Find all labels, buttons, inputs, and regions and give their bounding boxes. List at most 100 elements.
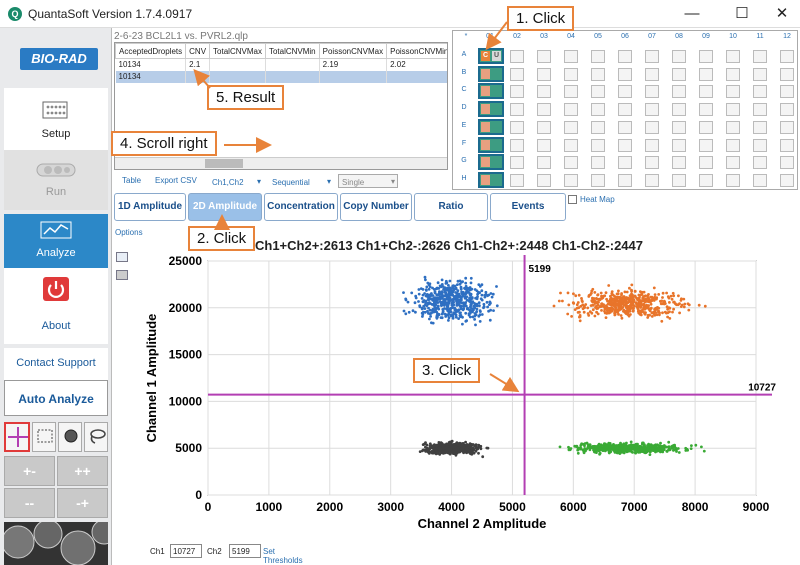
table-link[interactable]: Table [122,176,141,185]
plate-well-B11[interactable] [753,67,767,81]
plate-well-G02[interactable] [510,156,524,170]
plate-well-A04[interactable] [564,50,578,63]
plate-well-C11[interactable] [753,85,767,99]
plate-well-F11[interactable] [753,138,767,152]
scrollbar-thumb[interactable] [205,159,243,168]
plate-well-H03[interactable] [537,173,551,187]
plate-well-C04[interactable] [564,85,578,99]
plate-well-E07[interactable] [645,120,659,134]
plate-well-F03[interactable] [537,138,551,152]
power-button[interactable] [4,268,108,316]
lasso-tool-button[interactable] [84,422,108,452]
maximize-button[interactable]: ☐ [730,4,754,24]
plate-well-E01[interactable] [478,118,504,135]
table-horizontal-scrollbar[interactable] [115,157,447,169]
quadrant-pos-pos-button[interactable]: ++ [57,456,108,486]
plate-well-A06[interactable] [618,50,632,63]
plate-well-A10[interactable] [726,50,740,63]
plate-well-E12[interactable] [780,120,794,134]
plate-well-C01[interactable] [478,83,504,100]
plate-well-D12[interactable] [780,103,794,117]
col-header-total-cnv-min[interactable]: TotalCNVMin [264,43,320,59]
tab-ratio[interactable]: Ratio [414,193,488,221]
plate-well-C09[interactable] [699,85,713,99]
rectangle-tool-button[interactable] [32,422,56,452]
plate-col-header[interactable]: 06 [612,33,638,40]
plate-row-header[interactable]: B [455,69,473,76]
plate-well-B07[interactable] [645,67,659,81]
plate-row-header[interactable]: A [455,51,473,58]
print-icon[interactable] [116,270,128,280]
plate-well-A09[interactable] [699,50,713,63]
plate-well-E03[interactable] [537,120,551,134]
plate-well-D01[interactable] [478,101,504,118]
col-header-accepted-droplets[interactable]: AcceptedDroplets [115,43,187,59]
crosshair-tool-button[interactable] [4,422,30,452]
plate-well-H11[interactable] [753,173,767,187]
plate-row-header[interactable]: D [455,104,473,111]
plate-well-E11[interactable] [753,120,767,134]
plate-well-D06[interactable] [618,103,632,117]
plate-col-header[interactable]: 08 [666,33,692,40]
analyze-button[interactable]: Analyze [4,214,108,268]
plate-well-G10[interactable] [726,156,740,170]
plate-well-A05[interactable] [591,50,605,63]
plate-well-C06[interactable] [618,85,632,99]
plate-well-A11[interactable] [753,50,767,63]
single-select[interactable]: Single ▾ [338,174,398,188]
plate-well-A12[interactable] [780,50,794,63]
plate-col-header[interactable]: 02 [504,33,530,40]
plate-well-G11[interactable] [753,156,767,170]
plate-well-B10[interactable] [726,67,740,81]
plate-well-B09[interactable] [699,67,713,81]
plate-well-E09[interactable] [699,120,713,134]
quadrant-pos-neg-button[interactable]: +- [4,456,55,486]
plate-row-header[interactable]: G [455,157,473,164]
plate-row-header[interactable]: F [455,140,473,147]
auto-analyze-button[interactable]: Auto Analyze [4,380,108,416]
plate-well-E02[interactable] [510,120,524,134]
plate-well-F06[interactable] [618,138,632,152]
tab-copy-number[interactable]: Copy Number [340,193,412,221]
plate-well-F02[interactable] [510,138,524,152]
plate-well-G01[interactable] [478,154,504,171]
plate-well-D03[interactable] [537,103,551,117]
plate-well-H07[interactable] [645,173,659,187]
tab-2d-amplitude[interactable]: 2D Amplitude [188,193,262,221]
plate-col-header[interactable]: 05 [585,33,611,40]
plate-well-C08[interactable] [672,85,686,99]
plate-well-D04[interactable] [564,103,578,117]
plate-well-H06[interactable] [618,173,632,187]
plate-well-D05[interactable] [591,103,605,117]
tab-concentration[interactable]: Concentration [264,193,338,221]
plate-well-H08[interactable] [672,173,686,187]
plate-well-A01[interactable]: CU [478,48,504,64]
plate-well-D09[interactable] [699,103,713,117]
col-header-cnv[interactable]: CNV [185,43,211,59]
plate-col-header[interactable]: 04 [558,33,584,40]
plate-well-E04[interactable] [564,120,578,134]
table-row[interactable]: 10134 2.1 2.19 2.02 [115,58,447,71]
plate-well-H02[interactable] [510,173,524,187]
col-header-poisson-cnv-max[interactable]: PoissonCNVMax [318,43,388,59]
plate-well-D08[interactable] [672,103,686,117]
plate-row-header[interactable]: E [455,122,473,129]
set-thresholds-link[interactable]: Set Thresholds [263,547,303,565]
plate-well-B12[interactable] [780,67,794,81]
plate-well-B03[interactable] [537,67,551,81]
plate-well-C02[interactable] [510,85,524,99]
ellipse-tool-button[interactable] [58,422,82,452]
plate-col-header[interactable]: 07 [639,33,665,40]
mode-select[interactable]: Sequential ▾ [268,174,334,188]
ch2-threshold-input[interactable]: 5199 [229,544,261,558]
plate-well-C07[interactable] [645,85,659,99]
plate-well-G06[interactable] [618,156,632,170]
options-link[interactable]: Options [115,228,143,237]
tab-1d-amplitude[interactable]: 1D Amplitude [114,193,186,221]
plate-well-H05[interactable] [591,173,605,187]
minimize-button[interactable]: — [680,4,704,24]
plate-col-header[interactable]: 01 [477,33,503,40]
plate-well-G04[interactable] [564,156,578,170]
plate-well-B06[interactable] [618,67,632,81]
copy-icon[interactable] [116,252,128,262]
